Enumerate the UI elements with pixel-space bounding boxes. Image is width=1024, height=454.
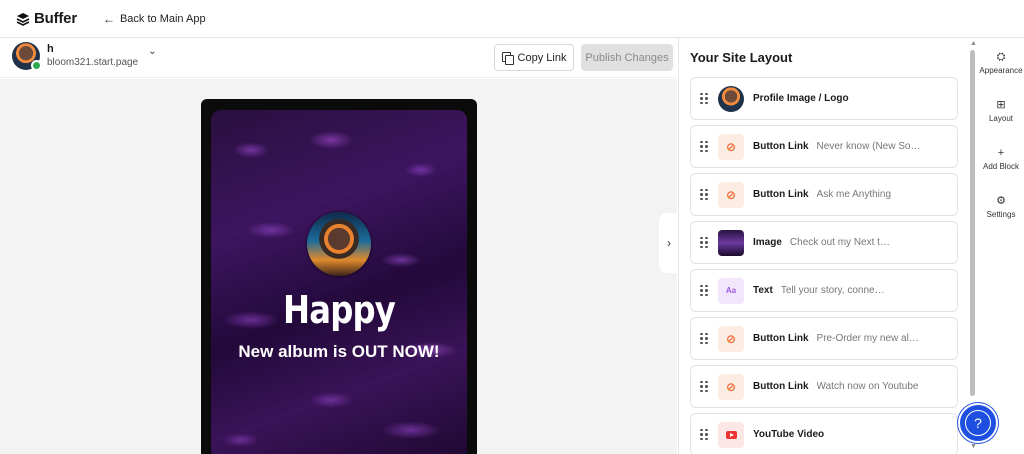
preview-subtitle: New album is OUT NOW! — [238, 342, 440, 361]
block-description: Check out my Next tours — [789, 237, 895, 248]
chevron-down-icon[interactable]: ⌄ — [148, 46, 156, 57]
block-type: YouTube Video — [753, 429, 825, 440]
account-switcher[interactable]: h bloom321.start.page ⌄ — [12, 42, 157, 71]
rail-appearance[interactable]: ⛭ Appearance — [978, 50, 1024, 75]
drag-handle-icon[interactable] — [700, 236, 708, 249]
right-rail: ⛭ Appearance ⊞ Layout + Add Block ⚙ Sett… — [978, 38, 1024, 454]
block-description: Pre-Order my new alb... — [816, 333, 922, 344]
image-thumbnail — [718, 229, 744, 256]
panel-scrollbar[interactable]: ▲ ▼ — [968, 38, 978, 454]
rail-label: Settings — [986, 210, 1016, 219]
block-description: Never know (New Son... — [816, 141, 922, 152]
rail-label: Appearance — [979, 66, 1023, 75]
help-button[interactable]: ? — [958, 403, 998, 443]
text-icon: Aa — [718, 277, 744, 304]
drag-handle-icon[interactable] — [700, 332, 708, 345]
brand-logo[interactable]: Buffer — [16, 10, 77, 27]
layout-block-image[interactable]: Image Check out my Next tours — [690, 221, 958, 264]
gear-icon: ⚙ — [996, 195, 1006, 207]
avatar — [12, 42, 42, 71]
back-to-main-app-link[interactable]: ← Back to Main App — [103, 12, 206, 26]
link-icon: ⊘ — [718, 325, 744, 352]
link-icon: ⊘ — [718, 181, 744, 208]
link-icon: ⊘ — [718, 373, 744, 400]
copy-link-label: Copy Link — [517, 51, 567, 64]
avatar-thumbnail — [718, 85, 744, 112]
rail-label: Add Block — [982, 162, 1020, 171]
phone-frame: Happy New album is OUT NOW! — [201, 99, 477, 454]
chevron-right-icon: › — [667, 236, 671, 250]
preview-title: Happy — [283, 288, 396, 332]
layout-block-text[interactable]: Aa Text Tell your story, connect with y.… — [690, 269, 958, 312]
back-label: Back to Main App — [119, 12, 206, 25]
drag-handle-icon[interactable] — [700, 380, 708, 393]
block-description: Tell your story, connect with y... — [780, 285, 886, 296]
link-icon: ⊘ — [718, 133, 744, 160]
layout-block-profile[interactable]: Profile Image / Logo — [690, 77, 958, 120]
scroll-thumb[interactable] — [970, 50, 975, 396]
site-layout-panel: Your Site Layout Profile Image / Logo ⊘ … — [678, 38, 968, 454]
editor-header: h bloom321.start.page ⌄ Copy Link Publis… — [0, 38, 677, 78]
block-type: Button Link — [753, 189, 809, 200]
paint-bucket-icon: ⛭ — [996, 51, 1006, 63]
drag-handle-icon[interactable] — [700, 188, 708, 201]
block-description: Ask me Anything — [816, 189, 892, 200]
scroll-up-icon[interactable]: ▲ — [970, 40, 977, 47]
top-bar: Buffer ← Back to Main App — [0, 0, 1024, 38]
verified-check-icon — [31, 60, 42, 71]
panel-title: Your Site Layout — [690, 50, 793, 65]
account-name: h — [47, 42, 54, 55]
drag-handle-icon[interactable] — [700, 284, 708, 297]
block-type: Button Link — [753, 381, 809, 392]
rail-add-block[interactable]: + Add Block — [978, 146, 1024, 171]
brand-name: Buffer — [34, 10, 77, 27]
plus-icon: + — [997, 147, 1005, 159]
publish-changes-button[interactable]: Publish Changes — [581, 44, 673, 71]
youtube-icon — [718, 421, 744, 448]
arrow-left-icon: ← — [102, 11, 115, 26]
drag-handle-icon[interactable] — [700, 92, 708, 105]
account-url: bloom321.start.page — [47, 56, 139, 68]
buffer-stack-icon — [16, 12, 30, 26]
copy-link-button[interactable]: Copy Link — [494, 44, 574, 71]
block-type: Button Link — [753, 333, 809, 344]
layout-block-youtube[interactable]: YouTube Video — [690, 413, 958, 454]
layout-block-button-link[interactable]: ⊘ Button Link Watch now on Youtube — [690, 365, 958, 408]
block-type: Text — [753, 285, 773, 296]
block-type: Image — [753, 237, 782, 248]
layout-icon: ⊞ — [996, 99, 1006, 111]
copy-icon — [501, 52, 514, 65]
scroll-down-icon[interactable]: ▼ — [970, 443, 977, 450]
question-icon: ? — [965, 410, 991, 436]
rail-label: Layout — [988, 114, 1014, 123]
block-description: Watch now on Youtube — [816, 381, 919, 392]
page-preview: Happy New album is OUT NOW! — [0, 79, 677, 454]
block-type: Profile Image / Logo — [753, 93, 849, 104]
drag-handle-icon[interactable] — [700, 140, 708, 153]
block-type: Button Link — [753, 141, 809, 152]
collapse-panel-button[interactable]: › — [659, 213, 679, 273]
layout-block-button-link[interactable]: ⊘ Button Link Ask me Anything — [690, 173, 958, 216]
layout-block-button-link[interactable]: ⊘ Button Link Pre-Order my new alb... — [690, 317, 958, 360]
rail-layout[interactable]: ⊞ Layout — [978, 98, 1024, 123]
drag-handle-icon[interactable] — [700, 428, 708, 441]
rail-settings[interactable]: ⚙ Settings — [978, 194, 1024, 219]
profile-image — [307, 212, 371, 276]
phone-screen: Happy New album is OUT NOW! — [211, 110, 467, 454]
layout-block-button-link[interactable]: ⊘ Button Link Never know (New Son... — [690, 125, 958, 168]
